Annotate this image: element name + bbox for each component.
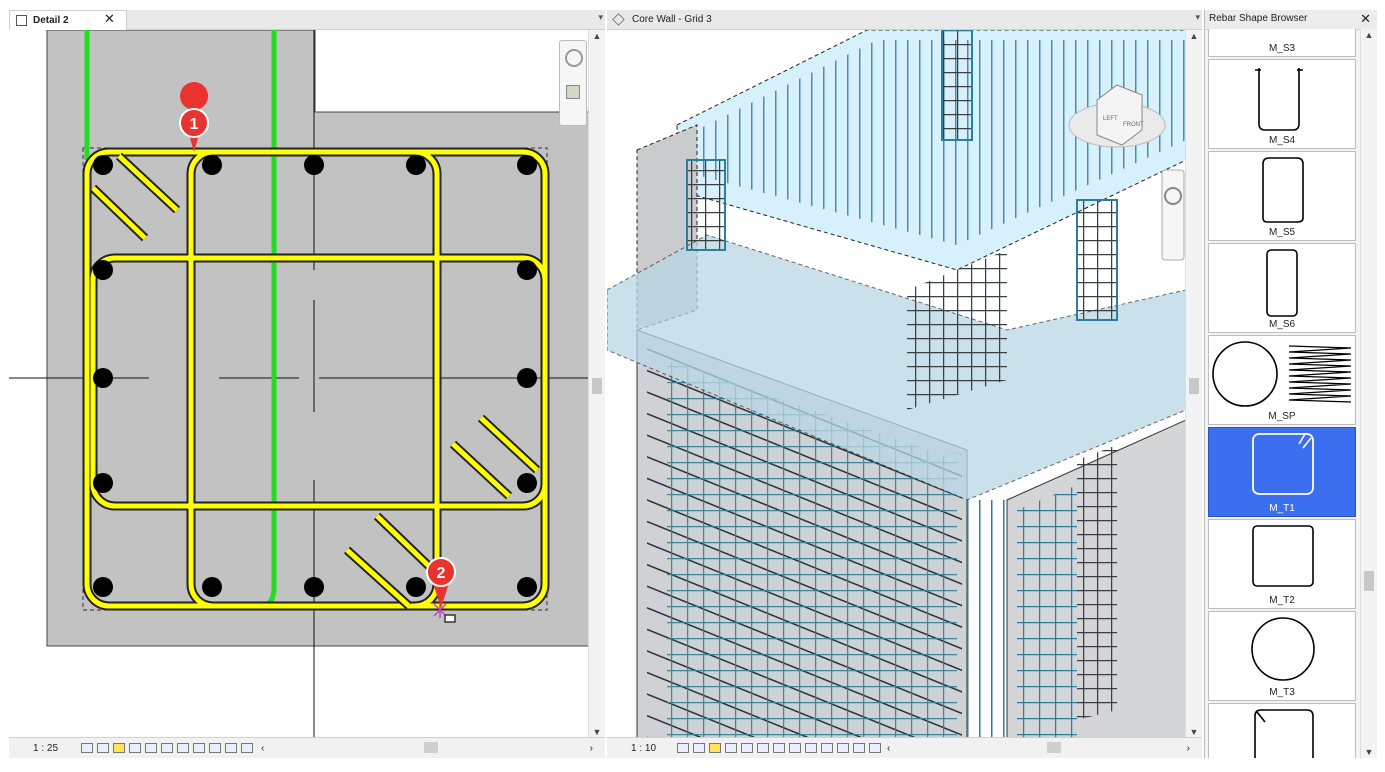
temporary-hide-icon[interactable]	[177, 743, 189, 753]
detail-level-icon[interactable]	[81, 743, 93, 753]
view-tabbar: Core Wall - Grid 3 ▾	[607, 10, 1202, 30]
close-browser-icon[interactable]: ✕	[1360, 11, 1371, 27]
right-horizontal-thumb[interactable]	[1047, 742, 1061, 753]
shape-label: M_S6	[1268, 319, 1296, 330]
highlight-icon[interactable]	[853, 743, 865, 753]
view-detail-icon	[16, 15, 27, 26]
shape-label: M_SP	[1268, 411, 1296, 422]
scale-label[interactable]: 1 : 10	[631, 743, 675, 754]
constraints-icon[interactable]	[241, 743, 253, 753]
sun-path-icon[interactable]	[709, 743, 721, 753]
3d-canvas[interactable]: LEFT FRONT	[607, 30, 1186, 739]
shape-cell-m-s4[interactable]: M_S4	[1208, 59, 1356, 149]
right-view-control-bar: 1 : 10 ‹ ›	[607, 737, 1202, 758]
tab-title: Core Wall - Grid 3	[632, 14, 712, 25]
shape-cell-m-s3[interactable]: M_S3	[1208, 29, 1356, 57]
tab-title: Detail 2	[33, 15, 69, 26]
zoom-region-icon[interactable]	[566, 85, 580, 99]
left-horizontal-thumb[interactable]	[424, 742, 438, 753]
right-vertical-scrollbar[interactable]: ▲ ▼	[1185, 30, 1202, 738]
crop-view-icon[interactable]	[757, 743, 769, 753]
reveal-hidden-icon[interactable]	[193, 743, 205, 753]
tab-core-wall-grid-3[interactable]: Core Wall - Grid 3	[607, 10, 739, 29]
show-crop-icon[interactable]	[773, 743, 785, 753]
close-tab-icon[interactable]: ✕	[104, 11, 115, 27]
highlight-icon[interactable]	[225, 743, 237, 753]
shape-label: M_S5	[1268, 227, 1296, 238]
navigation-bar	[559, 40, 587, 126]
visual-style-icon[interactable]	[693, 743, 705, 753]
scroll-thumb[interactable]	[1189, 378, 1199, 394]
3d-view-icon	[612, 13, 625, 26]
nav-wheel-icon[interactable]	[565, 49, 583, 67]
viewcube-left-label: LEFT	[1103, 116, 1118, 122]
tab-dropdown-icon[interactable]: ▾	[1195, 12, 1200, 23]
scroll-thumb[interactable]	[1364, 571, 1374, 591]
shape-label: M_S4	[1268, 135, 1296, 146]
shape-label: M_T1	[1269, 503, 1295, 514]
browser-vertical-scrollbar[interactable]: ▲ ▼	[1360, 29, 1377, 758]
scroll-left-icon[interactable]: ‹	[887, 743, 890, 754]
shape-cell-m-s5[interactable]: M_S5	[1208, 151, 1356, 241]
shape-cell-m-t2[interactable]: M_T2	[1208, 519, 1356, 609]
scale-label[interactable]: 1 : 25	[33, 743, 79, 754]
scroll-up-icon[interactable]: ▲	[1361, 30, 1377, 40]
temporary-hide-icon[interactable]	[805, 743, 817, 753]
shape-cell-m-t3[interactable]: M_T3	[1208, 611, 1356, 701]
crop-view-icon[interactable]	[145, 743, 157, 753]
scroll-right-icon[interactable]: ›	[1187, 743, 1190, 754]
scroll-thumb[interactable]	[592, 378, 602, 394]
nav-wheel-icon[interactable]	[1161, 169, 1185, 261]
shape-label: M_S3	[1268, 43, 1296, 54]
concrete-section	[46, 30, 589, 647]
show-crop-icon[interactable]	[161, 743, 173, 753]
left-view-control-bar: 1 : 25 ‹ ›	[9, 737, 605, 758]
visual-style-icon[interactable]	[97, 743, 109, 753]
3d-view-pane: Core Wall - Grid 3 ▾ LEFT FRONT ▲ ▼ 1: …	[607, 10, 1202, 758]
shape-cell-m-s6[interactable]: M_S6	[1208, 243, 1356, 333]
scroll-up-icon[interactable]: ▲	[1186, 31, 1202, 41]
analytical-model-icon[interactable]	[837, 743, 849, 753]
reveal-hidden-icon[interactable]	[821, 743, 833, 753]
detail-level-icon[interactable]	[677, 743, 689, 753]
shape-label: M_T2	[1269, 595, 1295, 606]
scroll-down-icon[interactable]: ▼	[1361, 747, 1377, 757]
browser-title: Rebar Shape Browser	[1209, 13, 1308, 24]
rebar-shape-browser: Rebar Shape Browser ✕ M_S3 M_S4 M_S5 M_S…	[1204, 10, 1377, 758]
shadows-icon[interactable]	[725, 743, 737, 753]
shape-cell-m-sp[interactable]: M_SP	[1208, 335, 1356, 425]
scroll-down-icon[interactable]: ▼	[1186, 727, 1202, 737]
shape-list: M_S3 M_S4 M_S5 M_S6 M_SP M_T1 M_T2 M_T3	[1205, 29, 1360, 758]
shape-next-icon	[1254, 709, 1314, 758]
detail-view-pane: Detail 2 ✕ ▾ 1 2 ▲ ▼ 1: 25 ‹ ›	[9, 10, 605, 758]
callout-1-label: 1	[190, 116, 199, 133]
shape-label: M_T3	[1269, 687, 1295, 698]
scroll-down-icon[interactable]: ▼	[589, 727, 605, 737]
shape-cell-next[interactable]	[1208, 703, 1356, 758]
detail-canvas[interactable]: 1 2	[9, 30, 589, 739]
render-icon[interactable]	[741, 743, 753, 753]
shadows-icon[interactable]	[129, 743, 141, 753]
viewcube-front-label: FRONT	[1123, 122, 1144, 128]
scroll-left-icon[interactable]: ‹	[261, 743, 264, 754]
constraints-icon[interactable]	[869, 743, 881, 753]
view-tabbar: Detail 2 ✕ ▾	[9, 10, 605, 30]
scroll-right-icon[interactable]: ›	[590, 743, 593, 754]
analytical-model-icon[interactable]	[209, 743, 221, 753]
scroll-up-icon[interactable]: ▲	[589, 31, 605, 41]
callout-2-label: 2	[437, 565, 446, 582]
lock-view-icon[interactable]	[789, 743, 801, 753]
shape-cell-m-t1[interactable]: M_T1	[1208, 427, 1356, 517]
sun-path-icon[interactable]	[113, 743, 125, 753]
left-vertical-scrollbar[interactable]: ▲ ▼	[588, 30, 605, 738]
browser-titlebar: Rebar Shape Browser ✕	[1205, 10, 1377, 30]
tab-dropdown-icon[interactable]: ▾	[598, 12, 603, 23]
